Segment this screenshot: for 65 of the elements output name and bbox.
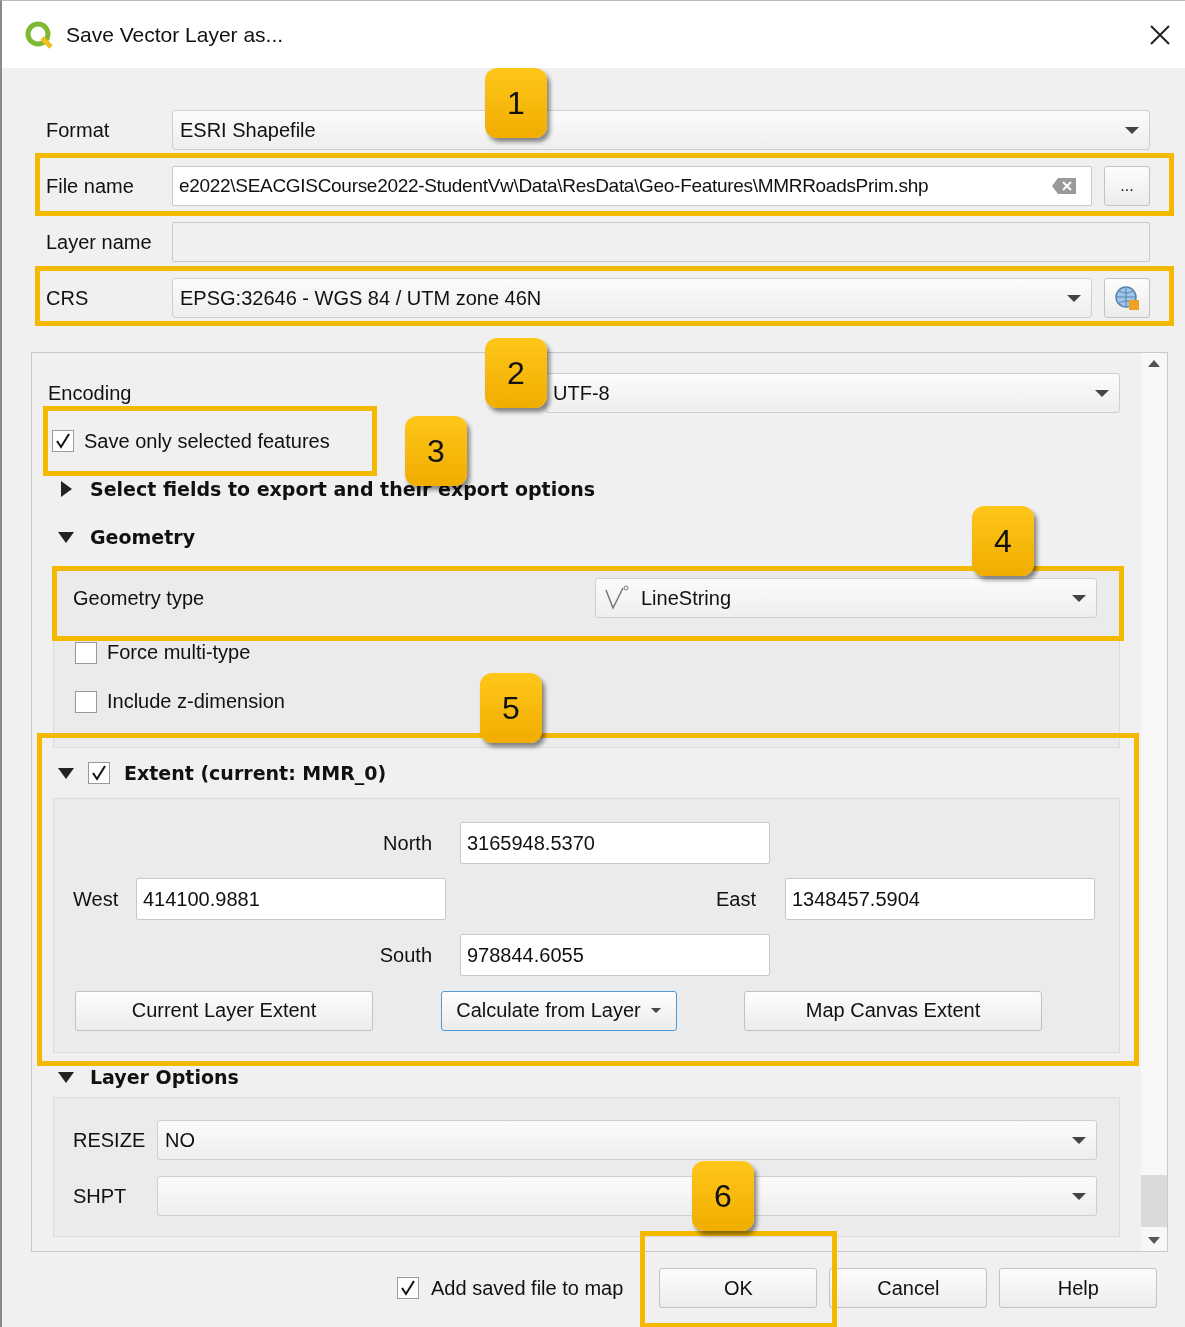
east-label: East bbox=[715, 887, 756, 911]
extent-button[interactable]: Current Layer Extent bbox=[75, 990, 373, 1031]
check-icon bbox=[55, 433, 71, 449]
dialog-button[interactable]: Cancel bbox=[829, 1268, 988, 1308]
callout-badge: 5 bbox=[480, 673, 542, 743]
caret-icon bbox=[650, 1008, 661, 1013]
caret-icon bbox=[1072, 1136, 1086, 1144]
callout-badge: 1 bbox=[485, 68, 547, 138]
caret-icon bbox=[1067, 294, 1081, 302]
scroll-up-icon[interactable] bbox=[1148, 359, 1160, 367]
south-field[interactable]: 978844.6055 bbox=[460, 934, 770, 976]
extent-button[interactable]: Map Canvas Extent bbox=[744, 990, 1042, 1031]
caret-icon bbox=[1072, 594, 1086, 602]
extent-checkbox[interactable] bbox=[88, 762, 110, 784]
option-label: SHPT bbox=[73, 1184, 128, 1208]
layer-name-field[interactable] bbox=[172, 222, 1150, 262]
west-label: West bbox=[73, 887, 120, 911]
section-header[interactable]: Extent (current: MMR_0) bbox=[48, 748, 387, 798]
field-label: Format bbox=[46, 118, 111, 142]
app-logo-icon bbox=[24, 19, 54, 50]
field-label: File name bbox=[46, 174, 135, 198]
expand-arrow-icon bbox=[58, 481, 74, 497]
field-label: CRS bbox=[46, 286, 90, 310]
east-field[interactable]: 1348457.5904 bbox=[785, 878, 1095, 920]
encoding-label: Encoding bbox=[48, 381, 132, 405]
north-field[interactable]: 3165948.5370 bbox=[460, 822, 770, 864]
check-icon bbox=[91, 765, 107, 781]
geometry-type-dropdown[interactable]: LineString bbox=[595, 578, 1097, 618]
south-label: South bbox=[379, 943, 432, 967]
encoding-dropdown[interactable]: UTF-8 bbox=[545, 373, 1120, 413]
dialog-button[interactable]: OK bbox=[659, 1268, 818, 1308]
callout-badge: 2 bbox=[485, 338, 547, 408]
section-header[interactable]: Geometry bbox=[48, 513, 196, 561]
collapse-arrow-icon bbox=[58, 1069, 74, 1085]
add-to-map-checkbox[interactable]: Add saved file to map bbox=[397, 1264, 624, 1312]
callout-badge: 3 bbox=[405, 416, 467, 486]
close-icon[interactable] bbox=[1149, 23, 1171, 46]
globe-icon bbox=[1114, 285, 1140, 311]
check-icon bbox=[400, 1280, 416, 1296]
field-label: Layer name bbox=[46, 230, 153, 254]
scroll-down-icon[interactable] bbox=[1148, 1237, 1160, 1245]
option-dropdown[interactable]: NO bbox=[157, 1120, 1097, 1160]
scrollbar-thumb[interactable] bbox=[1141, 1175, 1167, 1227]
collapse-arrow-icon bbox=[58, 765, 74, 781]
save-selected-checkbox[interactable]: Save only selected features bbox=[48, 417, 330, 465]
caret-icon bbox=[1125, 126, 1139, 134]
geometry-type-label: Geometry type bbox=[73, 586, 205, 610]
section-header[interactable]: Layer Options bbox=[48, 1053, 239, 1101]
callout-badge: 4 bbox=[972, 506, 1034, 576]
caret-icon bbox=[1095, 389, 1109, 397]
caret-icon bbox=[1072, 1192, 1086, 1200]
clear-icon[interactable] bbox=[1051, 177, 1077, 195]
north-label: North bbox=[383, 831, 432, 855]
crs-dropdown[interactable]: EPSG:32646 - WGS 84 / UTM zone 46N bbox=[172, 278, 1092, 318]
browse-button[interactable]: ... bbox=[1104, 166, 1150, 206]
west-field[interactable]: 414100.9881 bbox=[136, 878, 446, 920]
option-label: RESIZE bbox=[73, 1128, 145, 1152]
calculate-from-layer-button[interactable]: Calculate from Layer bbox=[440, 990, 677, 1031]
dialog-button[interactable]: Help bbox=[999, 1268, 1158, 1308]
window-title: Save Vector Layer as... bbox=[66, 22, 285, 47]
crs-select-button[interactable] bbox=[1104, 278, 1150, 318]
file-name-field[interactable]: e2022\SEACGISCourse2022-StudentVw\Data\ResData\Geo-Features\MMRRoadsPrim.shp bbox=[172, 166, 1092, 206]
collapse-arrow-icon bbox=[58, 529, 74, 545]
scrollbar[interactable] bbox=[1141, 353, 1167, 1251]
callout-badge: 6 bbox=[692, 1161, 754, 1231]
